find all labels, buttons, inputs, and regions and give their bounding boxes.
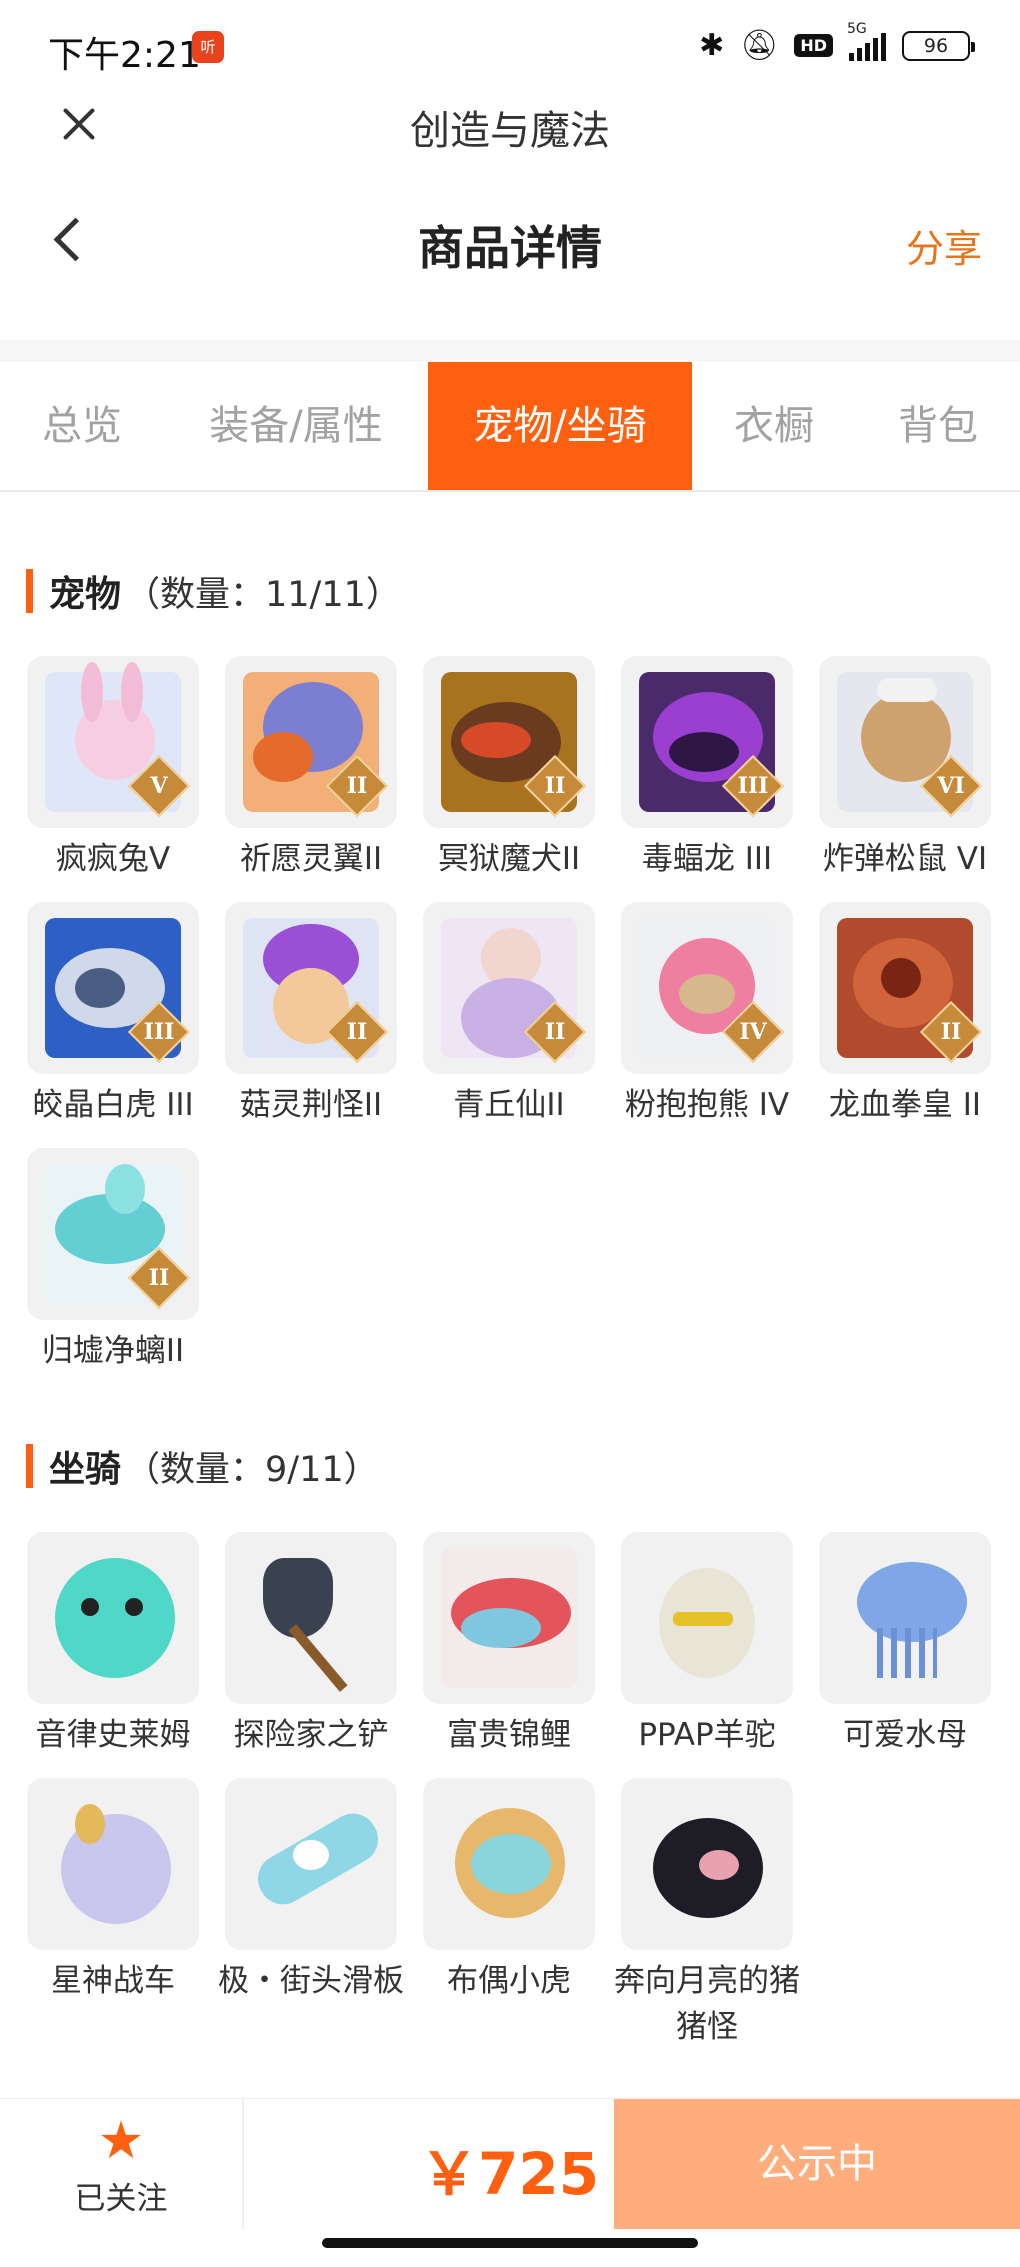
pet-name: 皎晶白虎 III	[32, 1087, 194, 1123]
section-marker	[26, 569, 33, 613]
mount-image	[27, 1778, 199, 1950]
mount-image	[819, 1532, 991, 1704]
pet-name: 归墟净螭II	[41, 1333, 185, 1369]
pets-section-title: 宠物	[49, 574, 122, 615]
mute-icon: 🔕︎	[740, 28, 779, 63]
tab-bar: 总览 装备/属性 宠物/坐骑 衣橱 背包	[0, 362, 1020, 492]
pet-image: III	[27, 902, 199, 1074]
mount-image	[225, 1778, 397, 1950]
pet-card[interactable]: II 归墟净螭II	[14, 1148, 212, 1374]
tab-equipment[interactable]: 装备/属性	[164, 362, 428, 490]
mount-card[interactable]: 奔向月亮的猪猪怪	[608, 1778, 806, 2050]
pet-card[interactable]: VI 炸弹松鼠 VI	[806, 656, 1004, 882]
pet-image: II	[225, 656, 397, 828]
pet-card[interactable]: V 疯疯兔V	[14, 656, 212, 882]
mount-image	[621, 1778, 793, 1950]
mount-image	[423, 1778, 595, 1950]
pet-image: III	[621, 656, 793, 828]
pets-section-header: 宠物 （数量：11/11）	[26, 565, 401, 617]
mount-card[interactable]: 布偶小虎	[410, 1778, 608, 2004]
mount-name: 布偶小虎	[447, 1963, 571, 1999]
follow-label: 已关注	[74, 2181, 168, 2217]
tab-pets-mounts[interactable]: 宠物/坐骑	[428, 362, 692, 490]
pet-card[interactable]: IV 粉抱抱熊 IV	[608, 902, 806, 1128]
pet-card[interactable]: II 祈愿灵翼II	[212, 656, 410, 882]
mount-card[interactable]: 极・街头滑板	[212, 1778, 410, 2004]
mount-name: 音律史莱姆	[35, 1717, 191, 1753]
divider	[0, 340, 1020, 362]
pet-image: II	[423, 656, 595, 828]
pet-image: VI	[819, 656, 991, 828]
home-indicator[interactable]	[322, 2238, 698, 2248]
app-title: 创造与魔法	[410, 108, 610, 154]
tab-wardrobe[interactable]: 衣橱	[692, 362, 856, 490]
page-header: 商品详情 分享	[0, 190, 1020, 290]
page-title: 商品详情	[418, 221, 602, 275]
pet-card[interactable]: III 皎晶白虎 III	[14, 902, 212, 1128]
pet-name: 毒蝠龙 III	[641, 841, 773, 877]
mount-card[interactable]: 可爱水母	[806, 1532, 1004, 1758]
app-title-bar: 创造与魔法	[0, 90, 1020, 160]
signal-5g-icon: 5G	[847, 21, 886, 61]
status-time: 下午2:21	[48, 35, 201, 76]
bottom-action-bar: ★ 已关注 ￥725 公示中	[0, 2098, 1020, 2229]
mount-image	[27, 1532, 199, 1704]
mount-image	[621, 1532, 793, 1704]
mount-name: 奔向月亮的猪猪怪	[614, 1963, 800, 2045]
mount-card[interactable]: PPAP羊驼	[608, 1532, 806, 1758]
mount-card[interactable]: 探险家之铲	[212, 1532, 410, 1758]
pet-image: V	[27, 656, 199, 828]
pet-name: 菇灵荆怪II	[239, 1087, 383, 1123]
mount-name: PPAP羊驼	[638, 1717, 776, 1753]
mount-image	[225, 1532, 397, 1704]
mount-name: 极・街头滑板	[218, 1963, 404, 1999]
pet-image: IV	[621, 902, 793, 1074]
bluetooth-icon: ✱	[699, 28, 725, 63]
pet-name: 冥狱魔犬II	[437, 841, 581, 877]
star-icon: ★	[97, 2111, 145, 2171]
pet-image: II	[819, 902, 991, 1074]
mount-name: 可爱水母	[843, 1717, 967, 1753]
tab-overview[interactable]: 总览	[0, 362, 164, 490]
mount-card[interactable]: 星神战车	[14, 1778, 212, 2004]
mount-name: 星神战车	[51, 1963, 175, 1999]
hd-icon: HD	[794, 34, 833, 57]
pet-name: 青丘仙II	[453, 1087, 565, 1123]
app-notification-badge: 听	[192, 31, 224, 63]
pet-card[interactable]: II 青丘仙II	[410, 902, 608, 1128]
section-marker	[26, 1444, 33, 1488]
mounts-section-title: 坐骑	[49, 1449, 122, 1490]
tab-backpack[interactable]: 背包	[856, 362, 1020, 490]
mount-image	[423, 1532, 595, 1704]
pet-card[interactable]: II 冥狱魔犬II	[410, 656, 608, 882]
pet-card[interactable]: II 菇灵荆怪II	[212, 902, 410, 1128]
pet-name: 疯疯兔V	[55, 841, 171, 877]
mount-name: 富贵锦鲤	[447, 1717, 571, 1753]
mounts-section-header: 坐骑 （数量：9/11）	[26, 1440, 379, 1492]
pets-count: （数量：11/11）	[125, 574, 401, 615]
mount-card[interactable]: 富贵锦鲤	[410, 1532, 608, 1758]
network-type: 5G	[847, 20, 867, 37]
pet-image: II	[225, 902, 397, 1074]
pet-image: II	[27, 1148, 199, 1320]
status-bar: 下午2:21 听 ✱ 🔕︎ HD 5G 96	[0, 0, 1020, 90]
pet-name: 炸弹松鼠 VI	[822, 841, 988, 877]
status-icons: ✱ 🔕︎ HD 5G 96	[699, 21, 975, 63]
pet-name: 祈愿灵翼II	[239, 841, 383, 877]
share-button[interactable]: 分享	[906, 218, 982, 273]
price: ￥725	[420, 2140, 600, 2208]
mount-card[interactable]: 音律史莱姆	[14, 1532, 212, 1758]
follow-button[interactable]: ★ 已关注	[0, 2099, 244, 2229]
pet-image: II	[423, 902, 595, 1074]
publicity-status-button[interactable]: 公示中	[614, 2099, 1020, 2229]
pet-card[interactable]: II 龙血拳皇 II	[806, 902, 1004, 1128]
pet-card[interactable]: III 毒蝠龙 III	[608, 656, 806, 882]
battery-icon: 96	[902, 30, 975, 61]
mounts-count: （数量：9/11）	[125, 1449, 379, 1490]
mount-name: 探险家之铲	[233, 1717, 389, 1753]
pet-name: 粉抱抱熊 IV	[624, 1087, 790, 1123]
pet-name: 龙血拳皇 II	[828, 1087, 982, 1123]
